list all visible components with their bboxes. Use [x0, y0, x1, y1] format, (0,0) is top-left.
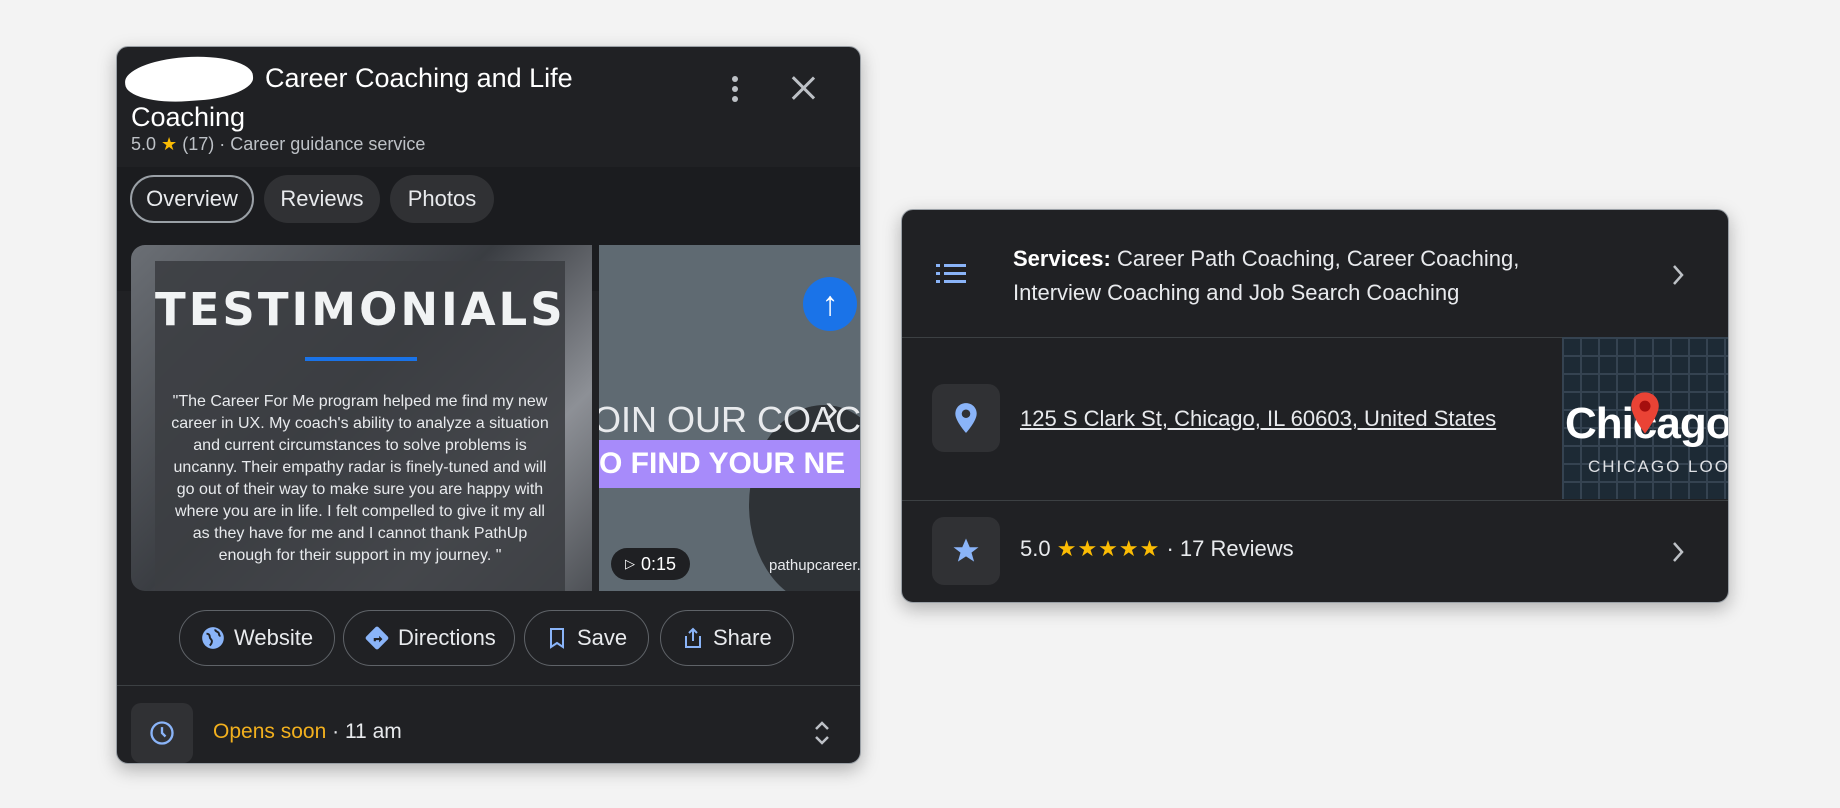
share-icon	[685, 627, 701, 648]
carousel-next-icon[interactable]: ›	[825, 387, 855, 439]
chevron-right-icon[interactable]	[1671, 540, 1685, 564]
star-icon	[953, 538, 979, 562]
media-carousel[interactable]: TESTIMONIALS "The Career For Me program …	[131, 245, 860, 591]
details-panel: Services: Career Path Coaching, Career C…	[901, 209, 1729, 603]
video-duration-badge: ▷ 0:15	[611, 548, 691, 580]
business-panel: Career Coaching and Life Coaching 5.0 ★ …	[116, 46, 861, 764]
rating-value: 5.0	[131, 134, 157, 154]
star-icon: ★	[161, 134, 178, 154]
review-count[interactable]: (17)	[182, 134, 214, 154]
business-title: Career Coaching and Life Coaching	[131, 63, 573, 132]
chevron-right-icon[interactable]	[1671, 263, 1685, 287]
play-icon: ▷	[625, 556, 635, 571]
rating-stars: ★★★★★	[1056, 536, 1161, 561]
reviews-summary[interactable]: 5.0 ★★★★★ · 17 Reviews	[1020, 536, 1294, 562]
close-icon[interactable]	[786, 71, 820, 105]
share-label: Share	[713, 625, 772, 650]
upload-arrow-icon: ↑	[803, 277, 857, 331]
website-label: Website	[234, 625, 314, 650]
video-watermark: pathupcareer.	[769, 557, 860, 574]
separator-dot: ·	[1166, 536, 1174, 561]
testimonial-heading: TESTIMONIALS	[155, 283, 566, 336]
list-icon	[936, 264, 966, 283]
tab-photos[interactable]: Photos	[390, 175, 494, 223]
directions-button[interactable]: Directions	[343, 610, 515, 666]
star-icon-box	[932, 517, 1000, 585]
business-category: Career guidance service	[230, 134, 426, 154]
more-options-icon[interactable]	[724, 73, 746, 107]
rating-summary: 5.0 ★ (17) · Career guidance service	[131, 134, 425, 155]
rating-value: 5.0	[1020, 536, 1051, 561]
separator-dot: ·	[332, 720, 340, 743]
video-overlay-banner: O FIND YOUR NE	[599, 440, 860, 488]
services-row[interactable]: Services: Career Path Coaching, Career C…	[902, 210, 1728, 337]
address-link[interactable]: 125 S Clark St, Chicago, IL 60603, Unite…	[1020, 406, 1496, 432]
testimonial-panel: TESTIMONIALS "The Career For Me program …	[155, 261, 565, 591]
separator-dot: ·	[219, 134, 226, 154]
clock-icon-box	[131, 703, 193, 763]
save-label: Save	[577, 625, 628, 650]
share-button[interactable]: Share	[660, 610, 794, 666]
services-text: Services: Career Path Coaching, Career C…	[1013, 242, 1573, 310]
hours-status: Opens soon	[213, 720, 327, 743]
website-button[interactable]: Website	[179, 610, 335, 666]
directions-icon	[365, 626, 389, 650]
directions-label: Directions	[398, 625, 496, 650]
tab-reviews[interactable]: Reviews	[264, 175, 380, 223]
video-thumbnail[interactable]: OIN OUR COACH O FIND YOUR NE ↑ › ▷ 0:15 …	[599, 245, 860, 591]
bookmark-icon	[550, 628, 564, 649]
video-overlay-text: OIN OUR COACH	[599, 399, 860, 440]
opening-hours[interactable]: Opens soon · 11 am	[213, 720, 402, 744]
clock-icon	[150, 721, 174, 745]
globe-icon	[202, 627, 224, 649]
opening-time: 11 am	[344, 720, 402, 743]
expand-hours-icon[interactable]	[811, 717, 833, 749]
reviews-count: 17 Reviews	[1179, 536, 1294, 561]
location-icon-box	[932, 384, 1000, 452]
video-duration: 0:15	[641, 553, 677, 574]
map-district-label: CHICAGO LOO	[1588, 457, 1728, 476]
services-label: Services:	[1013, 246, 1111, 271]
map-pin-icon	[1631, 392, 1659, 434]
testimonial-quote: "The Career For Me program helped me fin…	[171, 393, 549, 564]
location-pin-icon	[955, 403, 977, 433]
heading-underline	[305, 357, 417, 361]
testimonial-photo[interactable]: TESTIMONIALS "The Career For Me program …	[131, 245, 592, 591]
divider	[117, 685, 860, 686]
tab-overview[interactable]: Overview	[130, 175, 254, 223]
map-thumbnail[interactable]: Chicago CHICAGO LOO	[1562, 337, 1728, 499]
save-button[interactable]: Save	[524, 610, 649, 666]
